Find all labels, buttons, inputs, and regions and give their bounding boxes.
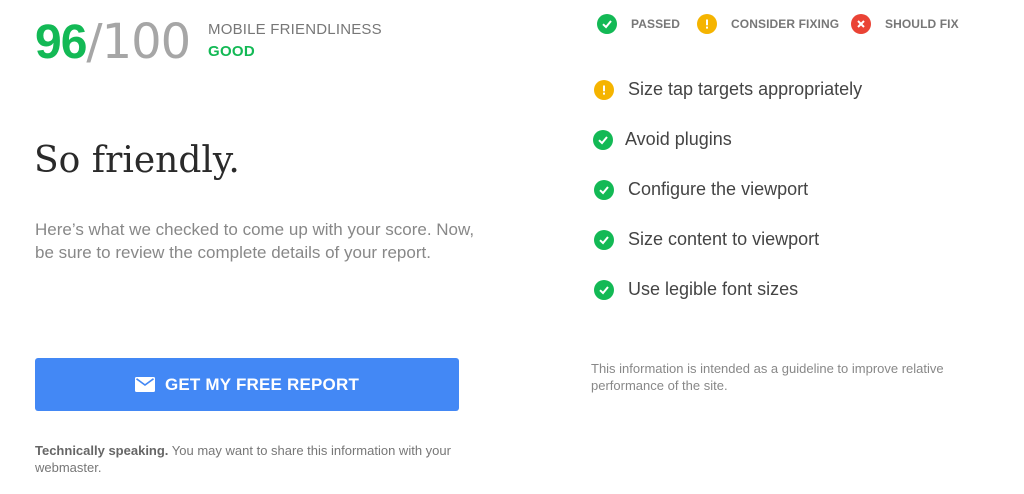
- check-item-content-viewport: Size content to viewport: [594, 229, 819, 250]
- check-item-avoid-plugins: Avoid plugins: [593, 129, 732, 150]
- check-item-label: Use legible font sizes: [628, 279, 799, 299]
- check-icon: [597, 14, 617, 34]
- page-headline: So friendly.: [34, 140, 240, 181]
- check-item-label: Size tap targets appropriately: [628, 79, 863, 99]
- legend-should-fix: SHOULD FIX: [851, 14, 959, 34]
- legend-consider-fixing-label: CONSIDER FIXING: [731, 17, 840, 31]
- mobile-friendliness-rating: GOOD: [208, 43, 256, 60]
- check-icon: [593, 129, 613, 150]
- legend-should-fix-label: SHOULD FIX: [885, 17, 959, 31]
- mobile-friendliness-label: MOBILE FRIENDLINESS: [208, 21, 382, 38]
- score-display: 96 /100: [35, 14, 191, 70]
- check-item-label: Configure the viewport: [628, 179, 809, 199]
- guideline-note: This information is intended as a guidel…: [591, 361, 944, 393]
- check-item-font-sizes: Use legible font sizes: [594, 279, 798, 300]
- get-free-report-label: GET MY FREE REPORT: [164, 374, 360, 394]
- exclamation-icon: [697, 14, 717, 34]
- close-icon: [851, 14, 871, 34]
- technical-note-bold: Technically speaking.: [35, 443, 169, 458]
- score-value: 96: [35, 16, 87, 69]
- get-free-report-button[interactable]: GET MY FREE REPORT: [35, 358, 459, 411]
- check-icon: [594, 229, 614, 250]
- check-item-viewport: Configure the viewport: [594, 179, 808, 200]
- mail-icon: [134, 377, 155, 392]
- technical-note: Technically speaking. You may want to sh…: [35, 442, 475, 476]
- check-icon: [594, 279, 614, 300]
- legend-passed: PASSED: [597, 14, 680, 34]
- legend-consider-fixing: CONSIDER FIXING: [697, 14, 839, 34]
- check-item-label: Size content to viewport: [628, 229, 820, 249]
- check-item-tap-targets: Size tap targets appropriately: [594, 79, 862, 100]
- check-icon: [594, 179, 614, 200]
- description-text: Here’s what we checked to come up with y…: [35, 220, 475, 262]
- exclamation-icon: [594, 79, 614, 100]
- check-item-label: Avoid plugins: [625, 129, 732, 149]
- score-total: /100: [86, 14, 191, 70]
- legend-passed-label: PASSED: [631, 17, 681, 31]
